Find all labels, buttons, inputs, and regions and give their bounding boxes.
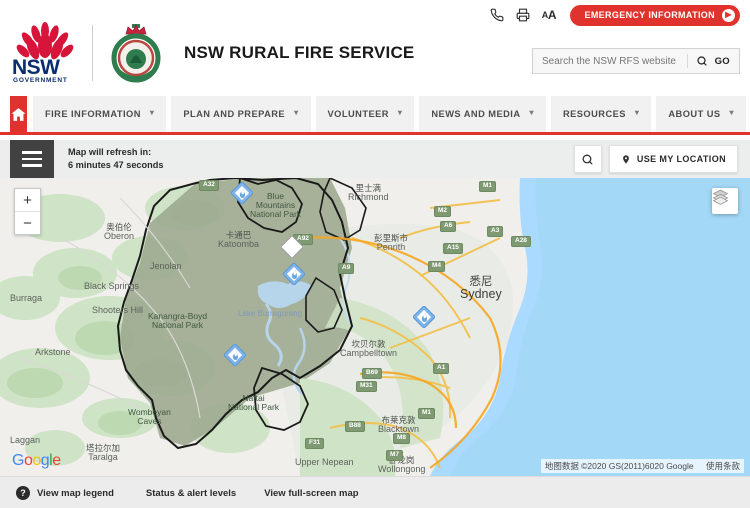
chevron-down-icon: ▾ [149, 108, 155, 117]
view-full-screen-map-label: View full-screen map [264, 487, 359, 499]
chevron-down-icon: ▾ [294, 108, 299, 117]
brand-block[interactable]: NSW GOVERNMENT NSW RURAL FIRE SERVICE [10, 22, 414, 84]
brand-divider [92, 25, 93, 81]
nav-item-label: PLAN AND PREPARE [183, 109, 286, 119]
map-refresh-status: Map will refresh in: 6 minutes 47 second… [68, 146, 164, 172]
fire-advice-icon [413, 306, 435, 328]
nav-item-news-and-media[interactable]: NEWS AND MEDIA ▾ [419, 96, 546, 132]
site-search[interactable]: GO [532, 48, 740, 74]
status-alert-levels-link[interactable]: Status & alert levels [146, 488, 236, 499]
nav-item-about-us[interactable]: ABOUT US ▾ [656, 96, 747, 132]
map-search-button[interactable] [573, 145, 602, 173]
map-toolbar: Map will refresh in: 6 minutes 47 second… [0, 140, 750, 178]
chevron-down-icon: ▾ [397, 108, 403, 117]
emergency-information-label: EMERGENCY INFORMATION [584, 10, 715, 20]
nav-item-label: FIRE INFORMATION [45, 109, 141, 119]
use-my-location-button[interactable]: USE MY LOCATION [608, 145, 738, 173]
map-attribution: 地图数据 ©2020 GS(2011)6020 Google 使用条款 [540, 459, 744, 473]
hamburger-menu-icon[interactable] [10, 140, 54, 178]
nav-item-label: RESOURCES [562, 109, 626, 119]
home-button[interactable] [10, 96, 27, 132]
question-mark-icon: ? [16, 486, 30, 500]
fire-advice-icon [224, 344, 246, 366]
nav-item-plan-and-prepare[interactable]: PLAN AND PREPARE ▾ [171, 96, 311, 132]
nav-item-resources[interactable]: RESOURCES ▾ [550, 96, 652, 132]
search-icon[interactable] [696, 55, 709, 68]
print-icon[interactable] [515, 8, 530, 23]
map-zoom-controls[interactable]: + − [14, 188, 41, 235]
fire-advice-icon [283, 263, 305, 285]
map-pin-icon [622, 154, 629, 164]
rfs-crest-icon[interactable] [106, 22, 166, 84]
map-toolbar-actions: USE MY LOCATION [573, 145, 750, 173]
fire-not-applicable-icon [281, 236, 303, 258]
utility-icon-group: AA [489, 8, 557, 23]
fire-incident-marker[interactable] [224, 344, 246, 366]
use-my-location-label: USE MY LOCATION [636, 154, 726, 164]
fire-incident-marker[interactable] [283, 263, 305, 285]
search-icon [582, 154, 593, 164]
home-icon [11, 107, 26, 121]
terms-of-use-link[interactable]: 使用条款 [706, 461, 740, 471]
zoom-in-button[interactable]: + [15, 189, 40, 212]
nav-item-fire-information[interactable]: FIRE INFORMATION ▾ [33, 96, 167, 132]
zoom-out-button[interactable]: − [15, 212, 40, 234]
nav-item-label: ABOUT US [668, 109, 721, 119]
map-footer-bar: ? View map legend Status & alert levels … [0, 476, 750, 508]
refresh-label: Map will refresh in: [68, 147, 152, 157]
search-go-button[interactable]: GO [709, 56, 739, 67]
view-map-legend-link[interactable]: ? View map legend [16, 486, 114, 500]
phone-icon[interactable] [489, 8, 504, 23]
nsw-wordmark: NSW [12, 56, 60, 79]
refresh-countdown: 6 minutes 47 seconds [68, 160, 164, 170]
chevron-right-icon: ▶ [722, 8, 735, 22]
nsw-government-logo[interactable]: NSW GOVERNMENT [10, 22, 82, 84]
nav-accent-underline [0, 132, 750, 135]
main-navigation: FIRE INFORMATION ▾ PLAN AND PREPARE ▾ VO… [0, 96, 750, 132]
rfs-fires-near-me-page: AA EMERGENCY INFORMATION ▶ NSW GOVERNMEN… [0, 0, 750, 508]
google-logo[interactable]: Google [12, 452, 61, 470]
view-map-legend-label: View map legend [37, 487, 114, 499]
nav-item-label: NEWS AND MEDIA [431, 109, 521, 119]
map-layers-button[interactable] [712, 188, 738, 214]
text-size-icon[interactable]: AA [541, 8, 557, 23]
emergency-information-button[interactable]: EMERGENCY INFORMATION ▶ [570, 4, 740, 26]
map-canvas [0, 178, 750, 476]
nav-item-volunteer[interactable]: VOLUNTEER ▾ [315, 96, 415, 132]
chevron-down-icon: ▾ [634, 108, 640, 117]
view-full-screen-map-link[interactable]: View full-screen map [264, 488, 358, 499]
chevron-down-icon: ▾ [529, 108, 534, 117]
interactive-map[interactable]: + − 奥伯伦 Oberon Black Springs Burraga Shoo… [0, 178, 750, 476]
fire-incident-marker[interactable] [413, 306, 435, 328]
status-alert-levels-label: Status & alert levels [145, 487, 237, 499]
fire-advice-icon [231, 182, 253, 204]
fire-incident-marker[interactable] [231, 182, 253, 204]
fire-incident-marker[interactable] [281, 236, 303, 258]
chevron-down-icon: ▾ [729, 108, 735, 117]
attribution-text: 地图数据 ©2020 GS(2011)6020 Google [544, 461, 694, 471]
search-input[interactable] [533, 54, 679, 68]
government-wordmark: GOVERNMENT [13, 76, 68, 84]
layers-icon [712, 189, 729, 205]
page-title: NSW RURAL FIRE SERVICE [184, 43, 415, 62]
search-divider [686, 54, 688, 68]
nav-item-list: FIRE INFORMATION ▾ PLAN AND PREPARE ▾ VO… [33, 96, 750, 132]
nav-item-label: VOLUNTEER [327, 109, 389, 119]
